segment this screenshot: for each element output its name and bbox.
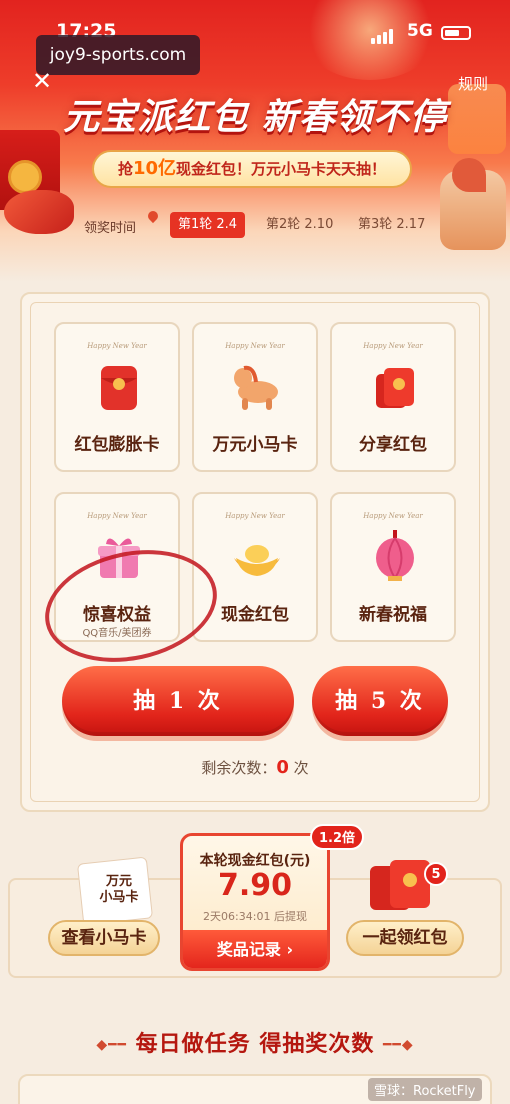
banner-prefix: 抢 [117,160,133,178]
network-type: 5G [407,21,433,41]
title-ornament-right: ━━◆ [383,1037,414,1053]
cash-amount: 7.90 [217,868,293,903]
prize-record-button[interactable]: 奖品记录 › [183,930,327,968]
draw-five-button[interactable]: 抽 5 次 [312,666,448,736]
source-credit: 雪球：RocketFly [368,1078,482,1101]
tile-name: 新春祝福 [359,605,427,625]
prize-tile-cash: Happy New Year 现金红包 [192,492,318,642]
title-ornament-left: ◆━━ [96,1037,127,1053]
remaining-unit: 次 [293,759,309,777]
gold-ingot-icon [234,545,280,576]
multiplier-badge: 1.2倍 [310,824,364,850]
horse-card-text: 万元 小马卡 [99,874,139,905]
koi-fish-decoration [4,190,74,234]
prize-tile-blessing: Happy New Year 新春祝福 [330,492,456,642]
tile-greeting: Happy New Year [87,342,147,350]
tile-greeting: Happy New Year [363,342,423,350]
draw-once-button[interactable]: 抽 1 次 [62,666,294,736]
cash-wallet-title: 本轮现金红包(元) [199,853,311,869]
prize-tile-horse-card: Happy New Year 万元小马卡 [192,322,318,472]
cash-wallet-card: 本轮现金红包(元) 7.90 2天06:34:01 后提现 奖品记录 › [180,833,330,971]
share-envelope-icon [376,368,414,408]
watermark: joy9-sports.com [36,35,200,75]
banner-suffix: 现金红包！万元小马卡天天抽！ [176,160,387,178]
battery-icon [441,26,471,40]
withdraw-timer: 2天06:34:01 后提现 [203,910,307,923]
prize-tile-expand-card: Happy New Year 红包膨胀卡 [54,322,180,472]
horse-mascot [440,158,506,250]
coin-decoration [8,160,42,194]
tile-name: 万元小马卡 [212,435,298,455]
tile-name: 红包膨胀卡 [74,435,160,455]
group-envelope-button[interactable]: 一起领红包 [346,920,464,956]
page-title: 元宝派红包 新春领不停 [63,97,447,138]
tile-greeting: Happy New Year [225,342,285,350]
banner-highlight: 10亿 [132,158,177,179]
signal-icon [371,25,395,44]
horse-icon [234,365,278,410]
remaining-label: 剩余次数： [201,759,277,777]
task-section-title: ◆━━ 每日做任务 得抽奖次数 ━━◆ [0,1026,510,1058]
tile-name: 分享红包 [359,435,427,455]
round-tab-1[interactable]: 第1轮 2.4 [170,212,246,238]
tile-greeting: Happy New Year [87,512,147,520]
remaining-number: 0 [276,757,289,778]
tile-greeting: Happy New Year [363,512,423,520]
rounds-label: 领奖时间 [84,221,137,236]
lantern-icon [376,530,414,581]
remaining-count: 剩余次数：0 次 [0,757,510,778]
view-horse-card-button[interactable]: 查看小马卡 [48,920,160,956]
prize-tile-share-envelope: Happy New Year 分享红包 [330,322,456,472]
round-tab-3[interactable]: 第3轮 2.17 [350,212,433,238]
task-title-text: 每日做任务 得抽奖次数 [135,1032,375,1057]
red-envelope-icon [101,366,137,410]
promo-banner: 抢10亿现金红包！万元小马卡天天抽！ [92,150,412,188]
round-tab-2[interactable]: 第2轮 2.10 [258,212,341,238]
envelope-count-badge: 5 [424,862,448,886]
tile-greeting: Happy New Year [225,512,285,520]
